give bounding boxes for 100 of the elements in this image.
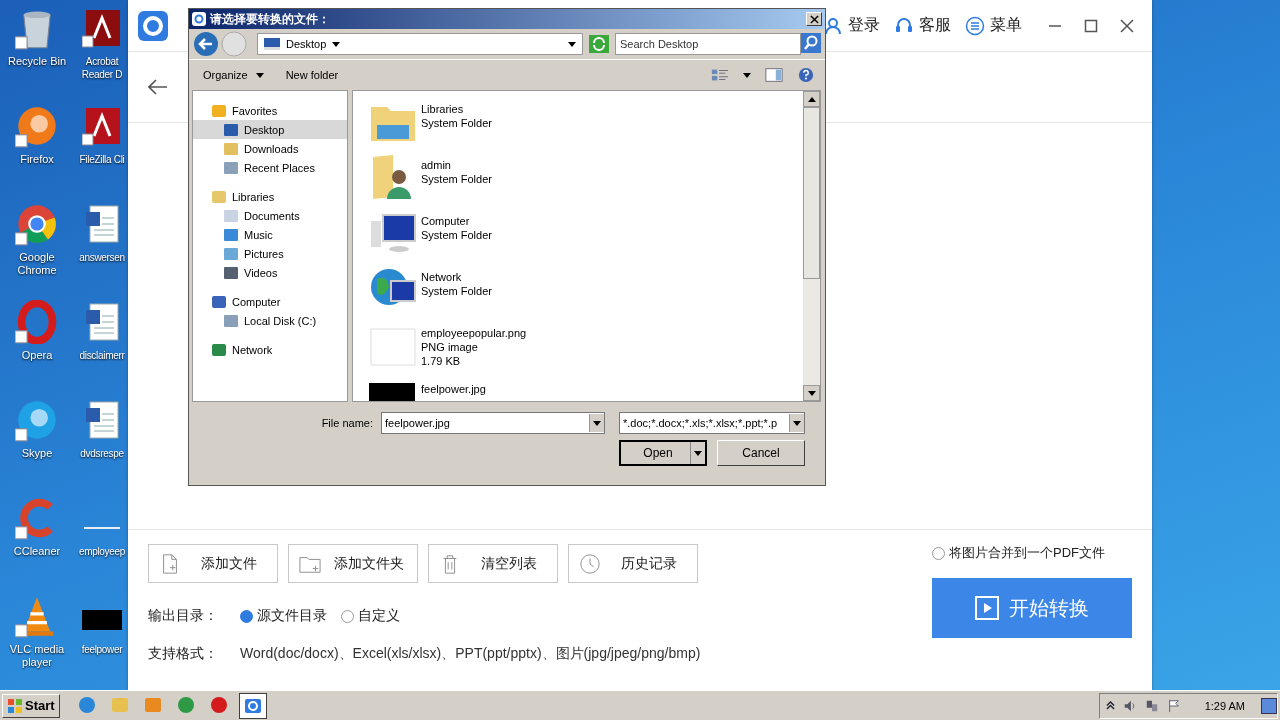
desktop-icon-label[interactable]: Acrobat Reader D: [76, 55, 128, 81]
file-type: System Folder: [421, 116, 492, 130]
search-icon[interactable]: [801, 33, 821, 53]
scrollbar[interactable]: [803, 91, 820, 401]
close-icon[interactable]: [1120, 18, 1134, 33]
add-folder-button[interactable]: 添加文件夹: [288, 544, 418, 583]
nav-item[interactable]: Local Disk (C:): [193, 311, 347, 330]
flag-icon[interactable]: [1166, 698, 1181, 713]
user-icon[interactable]: [823, 15, 843, 36]
file-name[interactable]: Libraries: [421, 102, 492, 116]
formats-label: 支持格式：: [148, 645, 219, 663]
computer-icon: [211, 293, 227, 310]
taskbar-app-icon[interactable]: [238, 692, 267, 719]
desktop-icon-label[interactable]: Recycle Bin: [7, 55, 67, 68]
file-name-label: File name:: [321, 417, 373, 429]
monitor-icon: [264, 38, 280, 50]
login-link[interactable]: 登录: [823, 15, 880, 36]
caret-icon[interactable]: [694, 450, 702, 456]
file-type-dropdown[interactable]: *.doc;*.docx;*.xls;*.xlsx;*.ppt;*.p: [619, 412, 805, 434]
cancel-button[interactable]: Cancel: [717, 440, 805, 466]
output-label: 输出目录：: [148, 607, 219, 625]
nav-item[interactable]: Music: [193, 225, 347, 244]
desktop-icon-label[interactable]: VLC media player: [1, 643, 73, 669]
file-type: System Folder: [421, 172, 492, 186]
nav-item[interactable]: Network: [193, 340, 347, 359]
caret-icon[interactable]: [255, 72, 264, 78]
file-type: System Folder: [421, 284, 492, 298]
caret-icon[interactable]: [593, 420, 601, 426]
file-name[interactable]: Network: [421, 270, 492, 284]
picture-icon: [223, 245, 239, 262]
preview-pane-icon[interactable]: [765, 67, 783, 83]
folder-icon: [211, 188, 227, 205]
view-options-icon[interactable]: [711, 67, 729, 83]
nav-item[interactable]: Favorites: [193, 101, 347, 120]
nav-item[interactable]: Recent Places: [193, 158, 347, 177]
file-name[interactable]: Computer: [421, 214, 492, 228]
desktop-icon-label[interactable]: employeep: [78, 545, 126, 558]
file-name[interactable]: feelpower.jpg: [421, 382, 486, 396]
desktop-icon-label[interactable]: Google Chrome: [1, 251, 73, 277]
nav-item[interactable]: Desktop: [193, 120, 347, 139]
desktop-icon-label[interactable]: CCleaner: [13, 545, 61, 558]
caret-icon[interactable]: [568, 41, 576, 47]
file-type: System Folder: [421, 228, 492, 242]
clock[interactable]: 1:29 AM: [1204, 699, 1245, 712]
file-name[interactable]: employeepopular.png: [421, 326, 527, 340]
show-desktop-button[interactable]: [1261, 697, 1277, 714]
history-button[interactable]: 历史记录: [568, 544, 698, 583]
new-folder-button[interactable]: New folder: [281, 67, 343, 83]
caret-icon[interactable]: [332, 41, 341, 47]
network-icon[interactable]: [1144, 698, 1159, 713]
refresh-icon[interactable]: [589, 35, 609, 53]
search-field[interactable]: Search Desktop: [615, 33, 801, 55]
desktop-icon-label[interactable]: Skype: [21, 447, 53, 460]
menu-icon[interactable]: [965, 15, 985, 36]
desktop-icon-label[interactable]: FileZilla Cli: [79, 153, 125, 166]
support-link[interactable]: 客服: [894, 15, 951, 36]
folder-icon: [223, 159, 239, 176]
desktop-icon-label[interactable]: dvdsrespe: [80, 447, 124, 460]
music-note-icon: [223, 226, 239, 243]
organize-menu[interactable]: Organize: [199, 67, 268, 83]
scroll-up-icon[interactable]: [807, 96, 816, 102]
output-radio[interactable]: 自定义: [341, 607, 400, 625]
nav-item[interactable]: Computer: [193, 292, 347, 311]
nav-item[interactable]: Libraries: [193, 187, 347, 206]
drive-icon: [223, 312, 239, 329]
nav-item[interactable]: Downloads: [193, 139, 347, 158]
formats-text: Word(doc/docx)、Excel(xls/xlsx)、PPT(ppt/pptx)、图片(jpg/jpeg/png/bmp): [240, 645, 701, 663]
desktop-icon-label[interactable]: Opera: [21, 349, 53, 362]
nav-item[interactable]: Documents: [193, 206, 347, 225]
desktop-icon-label[interactable]: answersen: [79, 251, 125, 264]
caret-icon[interactable]: [793, 420, 801, 426]
start-convert-button[interactable]: 开始转换: [932, 578, 1132, 638]
app-logo-icon: [138, 10, 168, 41]
scroll-down-icon[interactable]: [807, 390, 816, 396]
file-name[interactable]: admin: [421, 158, 492, 172]
back-icon[interactable]: [193, 31, 219, 57]
nav-item[interactable]: Pictures: [193, 244, 347, 263]
app-logo-icon: [192, 12, 206, 26]
output-radio[interactable]: 源文件目录: [240, 607, 327, 625]
nav-item[interactable]: Videos: [193, 263, 347, 282]
file-name-field[interactable]: feelpower.jpg: [381, 412, 605, 434]
back-arrow-icon[interactable]: [148, 79, 168, 95]
add-file-button[interactable]: 添加文件: [148, 544, 278, 583]
address-bar[interactable]: Desktop: [257, 33, 583, 55]
help-icon[interactable]: [797, 67, 815, 83]
chevron-up-icon[interactable]: [1105, 701, 1115, 710]
film-icon: [223, 264, 239, 281]
menu-link[interactable]: 菜单: [965, 15, 1022, 36]
desktop-icon-label[interactable]: feelpower: [81, 643, 123, 656]
dialog-title: 请选择要转换的文件：: [210, 10, 330, 28]
open-button[interactable]: Open: [619, 440, 707, 466]
caret-icon[interactable]: [743, 72, 751, 78]
start-button[interactable]: Start: [2, 693, 60, 718]
clear-list-button[interactable]: 清空列表: [428, 544, 558, 583]
speaker-icon[interactable]: [1122, 698, 1137, 713]
desktop-icon-label[interactable]: Firefox: [20, 153, 54, 166]
desktop-icon-label[interactable]: disclaimerr: [79, 349, 125, 362]
merge-pdf-radio[interactable]: 将图片合并到一个PDF文件: [932, 544, 1105, 562]
maximize-icon[interactable]: [1084, 18, 1098, 33]
folder-icon: [223, 140, 239, 157]
